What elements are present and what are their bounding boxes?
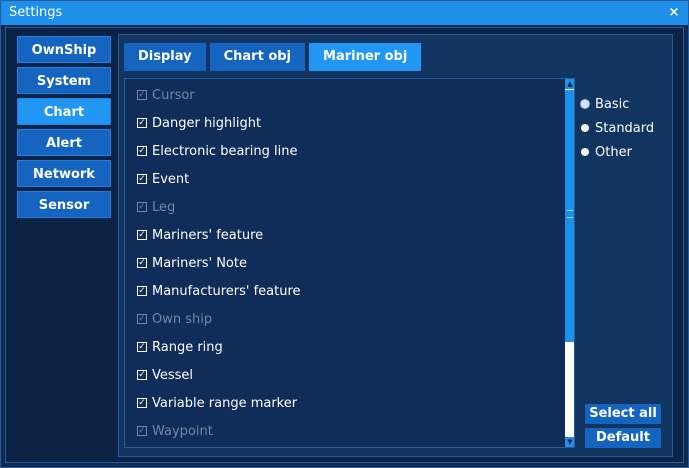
tab-chart-obj[interactable]: Chart obj xyxy=(209,43,306,71)
settings-window: Settings × OwnShip System Chart Alert Ne… xyxy=(0,0,689,468)
object-checkbox-range-ring[interactable]: ✓ Range ring xyxy=(137,338,223,358)
checkbox-icon: ✓ xyxy=(137,397,147,408)
object-checkbox-leg[interactable]: ✓ Leg xyxy=(137,198,175,218)
close-icon[interactable]: × xyxy=(666,1,682,25)
radio-other[interactable]: Other xyxy=(581,141,654,165)
radio-label: Standard xyxy=(595,121,655,136)
nav-alert-button[interactable]: Alert xyxy=(17,129,111,156)
nav-sensor-button[interactable]: Sensor xyxy=(17,191,111,218)
checkbox-icon: ✓ xyxy=(137,117,147,128)
object-label: Mariners' Note xyxy=(152,256,247,271)
checkbox-icon: ✓ xyxy=(137,285,147,296)
object-label: Manufacturers' feature xyxy=(152,284,301,299)
checkbox-icon: ✓ xyxy=(137,89,147,100)
window-title: Settings xyxy=(9,5,63,20)
radio-standard[interactable]: Standard xyxy=(581,117,654,141)
checkbox-icon: ✓ xyxy=(137,173,147,184)
checkbox-icon: ✓ xyxy=(137,341,147,352)
object-checkbox-own-ship[interactable]: ✓ Own ship xyxy=(137,310,212,330)
object-label: Range ring xyxy=(152,340,223,355)
nav-ownship-button[interactable]: OwnShip xyxy=(17,36,111,63)
nav-chart-button[interactable]: Chart xyxy=(17,98,111,125)
object-label: Danger highlight xyxy=(152,116,262,131)
object-label: Own ship xyxy=(152,312,213,327)
object-label: Electronic bearing line xyxy=(152,144,298,159)
display-mode-group: Basic Standard Other xyxy=(581,93,654,165)
object-label: Leg xyxy=(152,200,176,215)
checkbox-icon: ✓ xyxy=(137,425,147,436)
object-checkbox-cursor[interactable]: ✓ Cursor xyxy=(137,86,195,106)
default-button[interactable]: Default xyxy=(585,428,661,448)
object-checkbox-event[interactable]: ✓ Event xyxy=(137,170,189,190)
settings-body: OwnShip System Chart Alert Network Senso… xyxy=(5,27,684,463)
object-checkbox-manufacturers-feature[interactable]: ✓ Manufacturers' feature xyxy=(137,282,301,302)
scrollbar-thumb[interactable] xyxy=(565,90,574,342)
category-nav: OwnShip System Chart Alert Network Senso… xyxy=(17,36,111,222)
checkbox-icon: ✓ xyxy=(137,313,147,324)
object-checkbox-waypoint[interactable]: ✓ Waypoint xyxy=(137,422,213,442)
object-label: Variable range marker xyxy=(152,396,298,411)
nav-network-button[interactable]: Network xyxy=(17,160,111,187)
object-label: Event xyxy=(152,172,190,187)
checkbox-icon: ✓ xyxy=(137,145,147,156)
radio-basic[interactable]: Basic xyxy=(581,93,654,117)
object-label: Vessel xyxy=(152,368,194,383)
object-checkbox-vessel[interactable]: ✓ Vessel xyxy=(137,366,193,386)
chart-settings-panel: Display Chart obj Mariner obj ✓ Cursor ✓ D… xyxy=(118,34,673,457)
object-label: Mariners' feature xyxy=(152,228,264,243)
mariner-object-list: ✓ Cursor ✓ Danger highlight ✓ Electronic be… xyxy=(124,78,575,448)
radio-dot-icon xyxy=(581,123,589,132)
radio-dot-icon xyxy=(581,147,589,156)
object-checkbox-mariners-note[interactable]: ✓ Mariners' Note xyxy=(137,254,247,274)
checkbox-icon: ✓ xyxy=(137,201,147,212)
tab-mariner-obj[interactable]: Mariner obj xyxy=(309,43,422,71)
tab-display[interactable]: Display xyxy=(124,43,206,71)
tab-bar: Display Chart obj Mariner obj xyxy=(124,43,425,71)
scroll-up-arrow-icon[interactable]: ▲ xyxy=(565,79,574,89)
list-scrollbar[interactable]: ▲ ▼ xyxy=(565,79,574,447)
radio-label: Other xyxy=(595,145,632,160)
object-checkbox-danger-highlight[interactable]: ✓ Danger highlight xyxy=(137,114,261,134)
radio-dot-icon xyxy=(581,99,589,108)
title-bar: Settings × xyxy=(1,1,688,25)
object-checkbox-electronic-bearing-line[interactable]: ✓ Electronic bearing line xyxy=(137,142,297,162)
checkbox-icon: ✓ xyxy=(137,229,147,240)
object-label: Cursor xyxy=(152,88,195,103)
checkbox-icon: ✓ xyxy=(137,369,147,380)
object-label: Waypoint xyxy=(152,424,213,439)
object-checkbox-mariners-feature[interactable]: ✓ Mariners' feature xyxy=(137,226,263,246)
scroll-down-arrow-icon[interactable]: ▼ xyxy=(565,437,574,447)
grip-icon xyxy=(567,210,573,218)
radio-label: Basic xyxy=(595,97,630,112)
checkbox-icon: ✓ xyxy=(137,257,147,268)
select-all-button[interactable]: Select all xyxy=(585,404,661,424)
object-checkbox-variable-range-marker[interactable]: ✓ Variable range marker xyxy=(137,394,297,414)
nav-system-button[interactable]: System xyxy=(17,67,111,94)
